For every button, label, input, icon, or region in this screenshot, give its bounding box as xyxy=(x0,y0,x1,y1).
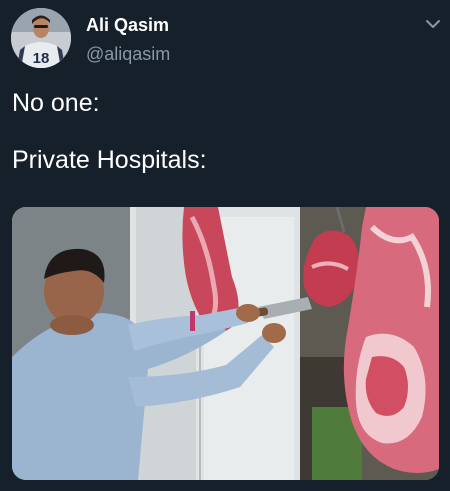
avatar[interactable]: 18 xyxy=(11,8,71,68)
avatar-photo: 18 xyxy=(11,8,71,68)
avatar-jersey-number: 18 xyxy=(33,50,50,67)
user-handle[interactable]: @aliqasim xyxy=(86,43,170,65)
chevron-down-icon[interactable] xyxy=(424,16,442,32)
butcher-photo xyxy=(12,207,439,480)
tweet-photo[interactable] xyxy=(12,207,439,480)
tweet-text-line: No one: xyxy=(12,89,100,117)
tweet-card: 18 Ali Qasim @aliqasim No one: Private H… xyxy=(0,0,450,491)
tweet-text-line: Private Hospitals: xyxy=(12,146,207,174)
display-name[interactable]: Ali Qasim xyxy=(86,14,169,36)
tweet-text: No one: Private Hospitals: xyxy=(12,89,432,175)
